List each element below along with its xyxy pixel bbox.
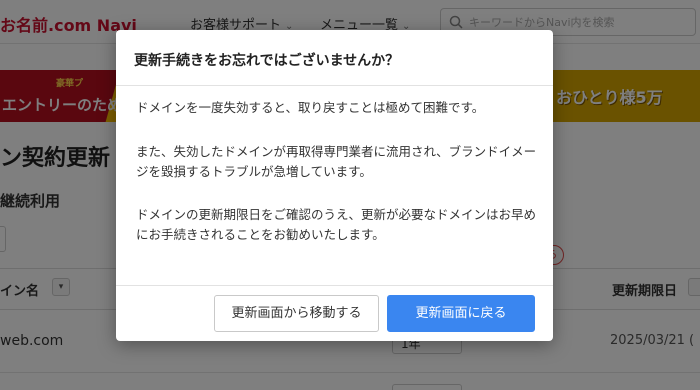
- dialog-divider: [116, 285, 553, 286]
- dialog-paragraph-1: ドメインを一度失効すると、取り戻すことは極めて困難です。: [136, 100, 485, 115]
- renewal-reminder-dialog: 更新手続きをお忘れではございませんか？ ドメインを一度失効すると、取り戻すことは…: [116, 30, 553, 341]
- dialog-title: 更新手続きをお忘れではございませんか？: [134, 53, 400, 69]
- dialog-divider: [116, 85, 553, 86]
- leave-renewal-button[interactable]: 更新画面から移動する: [214, 295, 379, 332]
- dialog-paragraph-2: また、失効したドメインが再取得専門業者に流用され、ブランドイメージを毀損するトラ…: [136, 144, 537, 179]
- return-to-renewal-button[interactable]: 更新画面に戻る: [387, 295, 535, 332]
- dialog-paragraph-3: ドメインの更新期限日をご確認のうえ、更新が必要なドメインはお早めにお手続きされる…: [136, 207, 537, 242]
